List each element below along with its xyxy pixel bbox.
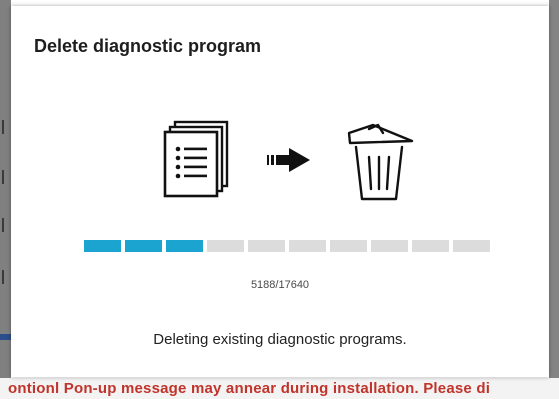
delete-program-dialog: Delete diagnostic program 5188/17640 Del… (11, 6, 549, 377)
background-fragment (2, 170, 8, 184)
progress-segment-empty (207, 240, 244, 252)
progress-segment-empty (371, 240, 408, 252)
background-fragment (2, 270, 8, 284)
progress-segment-empty (248, 240, 285, 252)
background-fragment (0, 334, 11, 340)
progress-segment-empty (412, 240, 449, 252)
background-notice-text: ontionl Pon-up message may annear during… (8, 380, 491, 397)
trash-can-icon (347, 123, 414, 201)
background-fragment (2, 218, 8, 232)
background-fragment (2, 120, 8, 134)
progress-segment-empty (330, 240, 367, 252)
progress-segment-filled (125, 240, 162, 252)
progress-bar (84, 240, 490, 252)
background-notice-bar: ontionl Pon-up message may annear during… (0, 378, 559, 399)
arrow-right-icon (267, 148, 310, 172)
background-overlay-right (549, 0, 559, 399)
progress-counter: 5188/17640 (250, 279, 310, 291)
dialog-title: Delete diagnostic program (34, 36, 262, 56)
progress-segment-filled (166, 240, 203, 252)
document-list-icon (163, 120, 229, 198)
progress-segment-empty (289, 240, 326, 252)
status-message: Deleting existing diagnostic programs. (153, 331, 407, 348)
progress-segment-filled (84, 240, 121, 252)
progress-segment-empty (453, 240, 490, 252)
